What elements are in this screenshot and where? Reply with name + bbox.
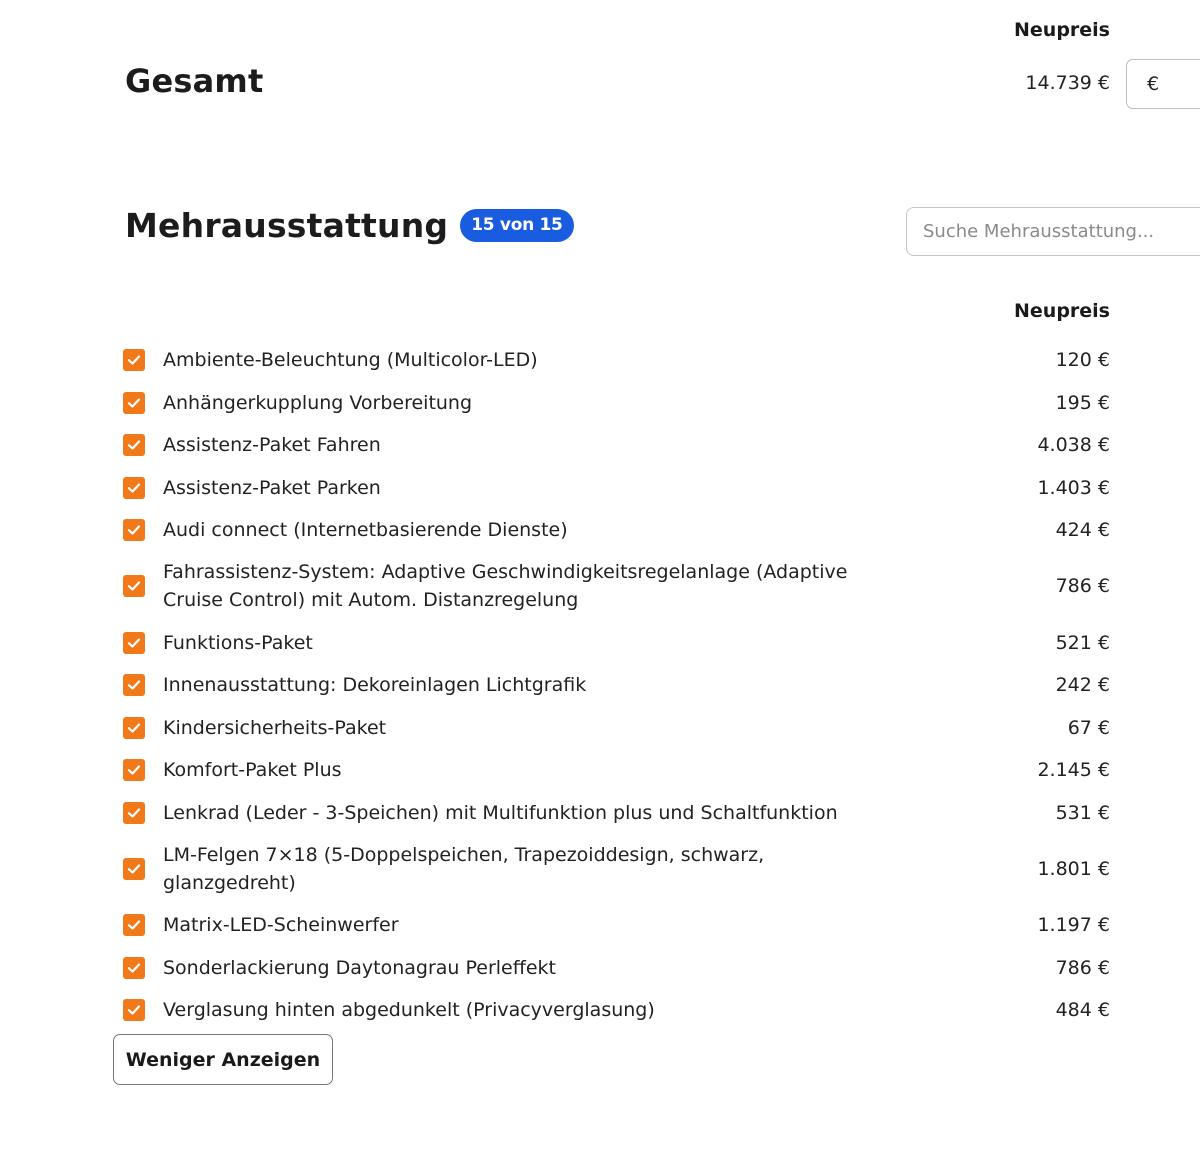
checkmark-icon: [127, 920, 141, 930]
checkbox-checked-icon[interactable]: [123, 801, 145, 824]
equipment-item[interactable]: Audi connect (Internetbasierende Dienste…: [123, 509, 1110, 552]
checkmark-icon: [127, 355, 141, 365]
equipment-item-price: 424 €: [1055, 519, 1110, 542]
checkbox-checked-icon[interactable]: [123, 349, 145, 372]
equipment-item[interactable]: LM-Felgen 7×18 (5-Doppelspeichen, Trapez…: [123, 834, 1110, 904]
equipment-item-label: Kindersicherheits-Paket: [163, 716, 387, 739]
equipment-item-price: 786 €: [1055, 575, 1110, 597]
equipment-item-price: 1.197 €: [1037, 914, 1110, 937]
checkmark-icon: [127, 808, 141, 818]
equipment-item[interactable]: Assistenz-Paket Fahren 4.038 €: [123, 424, 1110, 467]
equipment-item-price: 120 €: [1055, 349, 1110, 372]
equipment-item[interactable]: Komfort-Paket Plus 2.145 €: [123, 749, 1110, 792]
equipment-item-price: 242 €: [1055, 674, 1110, 697]
checkbox-checked-icon[interactable]: [123, 716, 145, 739]
equipment-item-label: Assistenz-Paket Fahren: [163, 434, 381, 457]
equipment-list: Ambiente-Beleuchtung (Multicolor-LED) 120…: [123, 339, 1110, 1032]
equipment-item-label: Assistenz-Paket Parken: [163, 476, 381, 499]
checkmark-icon: [127, 765, 141, 775]
checkmark-icon: [127, 680, 141, 690]
total-title: Gesamt: [125, 62, 264, 100]
checkmark-icon: [127, 1005, 141, 1015]
equipment-item-label: Matrix-LED-Scheinwerfer: [163, 914, 399, 937]
checkbox-checked-icon[interactable]: [123, 857, 145, 880]
equipment-item-price: 4.038 €: [1037, 434, 1110, 457]
price-input[interactable]: €: [1126, 59, 1200, 109]
checkmark-icon: [127, 963, 141, 973]
equipment-item-price: 531 €: [1055, 801, 1110, 824]
equipment-item-label: Ambiente-Beleuchtung (Multicolor-LED): [163, 349, 538, 372]
equipment-item-price: 521 €: [1055, 631, 1110, 654]
equipment-item[interactable]: Innenausstattung: Dekoreinlagen Lichtgra…: [123, 664, 1110, 707]
equipment-item-label: Lenkrad (Leder - 3-Speichen) mit Multifu…: [163, 801, 838, 824]
equipment-search-input[interactable]: [906, 207, 1200, 256]
checkmark-icon: [127, 723, 141, 733]
total-price-header: Neupreis: [1014, 19, 1110, 41]
equipment-item-price: 67 €: [1067, 716, 1110, 739]
checkbox-checked-icon[interactable]: [123, 759, 145, 782]
equipment-item-label: Anhängerkupplung Vorbereitung: [163, 391, 473, 414]
equipment-item[interactable]: Funktions-Paket 521 €: [123, 622, 1110, 665]
equipment-item-label: Audi connect (Internetbasierende Dienste…: [163, 519, 568, 542]
show-less-button[interactable]: Weniger Anzeigen: [113, 1034, 333, 1085]
equipment-item-label: Komfort-Paket Plus: [163, 759, 342, 782]
equipment-item-price: 1.801 €: [1037, 857, 1110, 880]
checkmark-icon: [127, 638, 141, 648]
equipment-item[interactable]: Kindersicherheits-Paket 67 €: [123, 707, 1110, 750]
checkmark-icon: [127, 483, 141, 493]
equipment-item[interactable]: Sonderlackierung Daytonagrau Perleffekt 7…: [123, 947, 1110, 990]
equipment-item-price: 1.403 €: [1037, 476, 1110, 499]
equipment-item[interactable]: Fahrassistenz-System: Adaptive Geschwind…: [123, 552, 1110, 622]
equipment-item[interactable]: Matrix-LED-Scheinwerfer 1.197 €: [123, 904, 1110, 947]
checkbox-checked-icon[interactable]: [123, 519, 145, 542]
checkbox-checked-icon[interactable]: [123, 674, 145, 697]
equipment-item-label: Fahrassistenz-System: Adaptive Geschwind…: [163, 561, 848, 611]
checkmark-icon: [127, 863, 141, 874]
equipment-item[interactable]: Ambiente-Beleuchtung (Multicolor-LED) 120…: [123, 339, 1110, 382]
equipment-item-label: LM-Felgen 7×18 (5-Doppelspeichen, Trapez…: [163, 843, 765, 894]
equipment-item[interactable]: Anhängerkupplung Vorbereitung 195 €: [123, 382, 1110, 425]
equipment-title: Mehrausstattung: [125, 206, 449, 245]
checkmark-icon: [127, 440, 141, 450]
equipment-item[interactable]: Lenkrad (Leder - 3-Speichen) mit Multifu…: [123, 792, 1110, 835]
checkmark-icon: [127, 581, 141, 591]
checkbox-checked-icon[interactable]: [123, 476, 145, 499]
checkbox-checked-icon[interactable]: [123, 999, 145, 1022]
equipment-item[interactable]: Assistenz-Paket Parken 1.403 €: [123, 467, 1110, 510]
equipment-item-price: 786 €: [1055, 956, 1110, 979]
checkbox-checked-icon[interactable]: [123, 434, 145, 457]
equipment-item-label: Innenausstattung: Dekoreinlagen Lichtgra…: [163, 674, 587, 697]
checkbox-checked-icon[interactable]: [123, 956, 145, 979]
equipment-item-label: Funktions-Paket: [163, 631, 313, 654]
checkmark-icon: [127, 398, 141, 408]
equipment-item-price: 195 €: [1055, 391, 1110, 414]
checkbox-checked-icon[interactable]: [123, 914, 145, 937]
equipment-item-label: Sonderlackierung Daytonagrau Perleffekt: [163, 956, 556, 979]
equipment-item-price: 2.145 €: [1037, 759, 1110, 782]
checkbox-checked-icon[interactable]: [123, 391, 145, 414]
checkmark-icon: [127, 525, 141, 535]
checkbox-checked-icon[interactable]: [123, 631, 145, 654]
equipment-price-header: Neupreis: [1014, 300, 1110, 322]
equipment-item-price: 484 €: [1055, 999, 1110, 1022]
equipment-item[interactable]: Verglasung hinten abgedunkelt (Privacyve…: [123, 989, 1110, 1032]
equipment-count-badge: 15 von 15: [460, 209, 574, 242]
checkbox-checked-icon[interactable]: [123, 575, 145, 597]
equipment-header: Mehrausstattung 15 von 15: [125, 206, 574, 245]
total-value: 14.739 €: [1025, 72, 1110, 94]
equipment-item-label: Verglasung hinten abgedunkelt (Privacyve…: [163, 999, 655, 1022]
